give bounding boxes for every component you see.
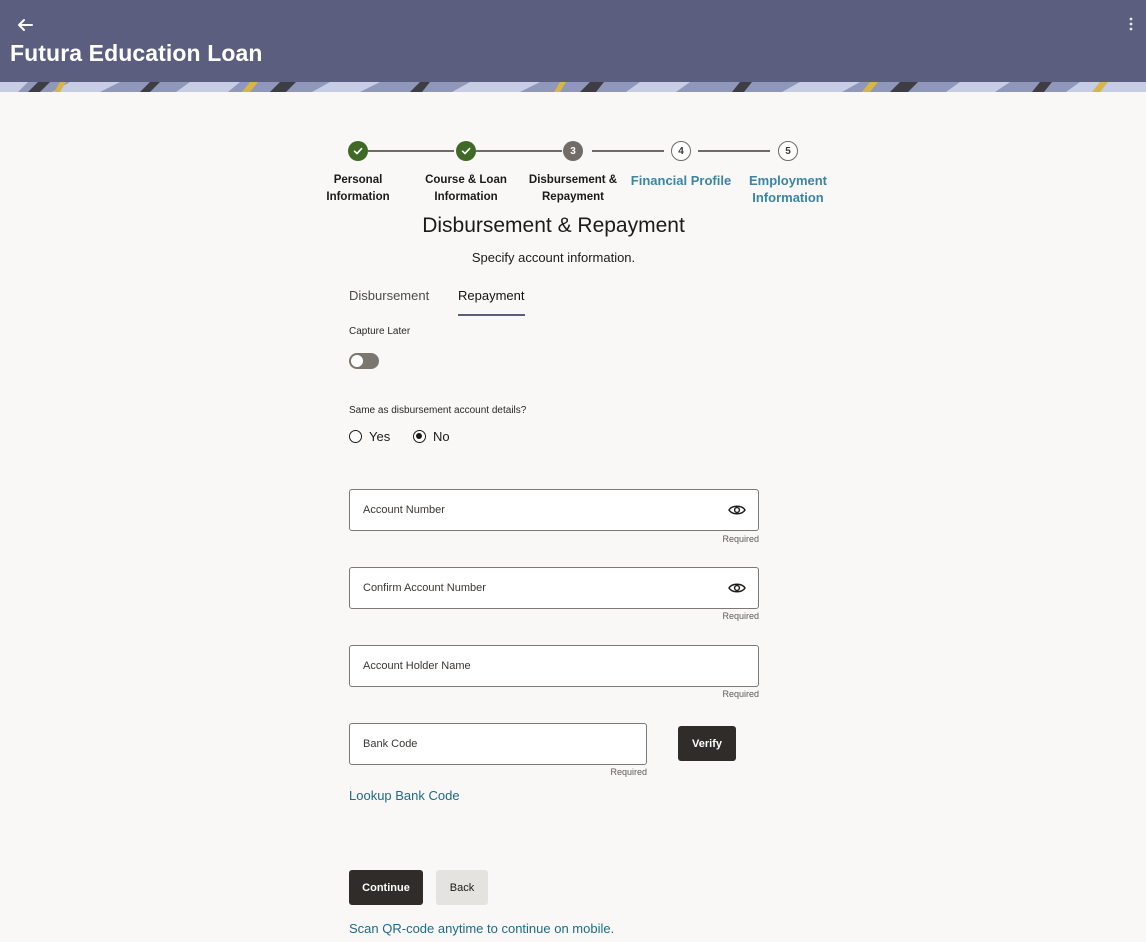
same-as-disbursement-label: Same as disbursement account details? xyxy=(349,405,527,416)
step-5-indicator: 5 xyxy=(778,141,798,161)
confirm-account-number-input[interactable] xyxy=(350,568,758,608)
step-4-label[interactable]: Financial Profile xyxy=(621,172,741,189)
radio-yes-circle[interactable] xyxy=(349,430,362,443)
eye-icon[interactable] xyxy=(728,503,746,517)
step-1-indicator xyxy=(348,141,368,161)
account-holder-name-field xyxy=(349,645,759,687)
scan-qr-link[interactable]: Scan QR-code anytime to continue on mobi… xyxy=(349,921,614,936)
step-3-indicator: 3 xyxy=(563,141,583,161)
step-connector xyxy=(368,150,454,152)
tab-repayment[interactable]: Repayment xyxy=(458,288,524,303)
verify-button[interactable]: Verify xyxy=(678,726,736,761)
radio-yes[interactable]: Yes xyxy=(349,429,390,444)
bank-code-field xyxy=(349,723,647,765)
back-button[interactable]: Back xyxy=(436,870,488,905)
kebab-menu-icon[interactable] xyxy=(1124,14,1138,34)
app-header: Futura Education Loan xyxy=(0,0,1146,82)
back-arrow-icon[interactable] xyxy=(14,14,36,36)
account-number-required: Required xyxy=(722,534,759,544)
eye-icon[interactable] xyxy=(728,581,746,595)
bank-code-input[interactable] xyxy=(350,724,646,764)
check-icon xyxy=(461,147,471,155)
step-2-label: Course & Loan Information xyxy=(425,174,507,203)
bank-code-required: Required xyxy=(610,767,647,777)
check-icon xyxy=(353,147,363,155)
radio-no-circle[interactable] xyxy=(413,430,426,443)
step-4-indicator: 4 xyxy=(671,141,691,161)
decorative-banner xyxy=(0,82,1146,92)
app-title: Futura Education Loan xyxy=(10,40,263,66)
account-holder-name-input[interactable] xyxy=(350,646,758,686)
lookup-bank-code-link[interactable]: Lookup Bank Code xyxy=(349,788,460,803)
capture-later-toggle[interactable] xyxy=(349,353,379,369)
active-tab-indicator xyxy=(458,314,525,316)
toggle-knob xyxy=(351,355,363,367)
confirm-account-number-required: Required xyxy=(722,611,759,621)
account-number-field xyxy=(349,489,759,531)
step-2-indicator xyxy=(456,141,476,161)
account-holder-name-required: Required xyxy=(722,689,759,699)
page-title: Disbursement & Repayment xyxy=(422,214,685,237)
radio-no-label: No xyxy=(433,429,450,444)
account-number-input[interactable] xyxy=(350,490,758,530)
radio-no[interactable]: No xyxy=(413,429,450,444)
step-5-label[interactable]: Employment Information xyxy=(728,172,848,206)
confirm-account-number-field xyxy=(349,567,759,609)
step-1-label: Personal Information xyxy=(326,174,390,203)
step-3-label: Disbursement & Repayment xyxy=(528,174,618,203)
step-connector xyxy=(592,150,664,152)
radio-yes-label: Yes xyxy=(369,429,391,444)
page-subtitle: Specify account information. xyxy=(471,250,636,265)
step-connector xyxy=(698,150,770,152)
progress-stepper: 3 4 5 Personal Information Course & Loan… xyxy=(0,140,1146,210)
tab-disbursement[interactable]: Disbursement xyxy=(349,288,429,303)
capture-later-label: Capture Later xyxy=(349,326,411,337)
step-connector xyxy=(476,150,562,152)
continue-button[interactable]: Continue xyxy=(349,870,423,905)
